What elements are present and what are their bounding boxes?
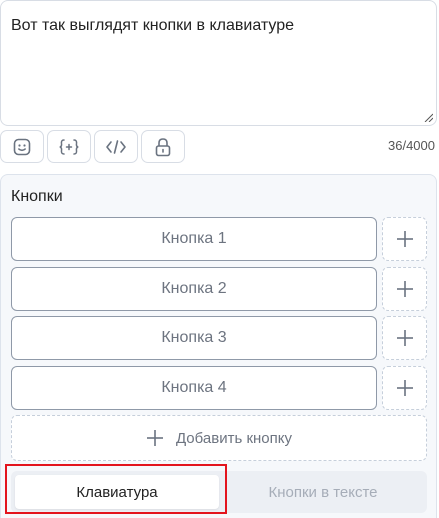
plus-icon <box>146 430 163 446</box>
lock-icon <box>155 137 171 156</box>
button-row: Кнопка 3 <box>11 316 427 360</box>
button-row: Кнопка 2 <box>11 267 427 311</box>
add-button-to-row-1[interactable] <box>382 217 427 261</box>
button-row: Кнопка 4 <box>11 366 427 410</box>
variable-braces-icon <box>59 138 79 155</box>
keyboard-button-1[interactable]: Кнопка 1 <box>11 217 377 261</box>
code-button[interactable] <box>94 130 138 163</box>
tab-inline-buttons[interactable]: Кнопки в тексте <box>223 475 423 509</box>
plus-icon <box>396 380 413 396</box>
variable-button[interactable] <box>47 130 91 163</box>
keyboard-button-3[interactable]: Кнопка 3 <box>11 316 377 360</box>
message-text[interactable]: Вот так выглядят кнопки в клавиатуре <box>11 17 294 35</box>
button-mode-switch: Клавиатура Кнопки в тексте <box>11 471 427 513</box>
character-counter: 36/4000 <box>388 138 435 153</box>
add-button-to-row-2[interactable] <box>382 267 427 311</box>
emoji-icon <box>13 138 31 155</box>
keyboard-button-2[interactable]: Кнопка 2 <box>11 267 377 311</box>
add-button-row-button[interactable]: Добавить кнопку <box>11 415 427 461</box>
message-editor[interactable]: Вот так выглядят кнопки в клавиатуре <box>0 0 437 126</box>
editor-toolbar: 36/4000 <box>0 130 439 163</box>
lock-button[interactable] <box>141 130 185 163</box>
add-button-to-row-3[interactable] <box>382 316 427 360</box>
code-icon <box>106 139 126 154</box>
resize-grip-icon[interactable] <box>423 112 433 122</box>
button-row: Кнопка 1 <box>11 217 427 261</box>
emoji-button[interactable] <box>0 130 44 163</box>
panel-title: Кнопки <box>11 188 63 205</box>
plus-icon <box>396 231 413 247</box>
buttons-panel: Кнопки Кнопка 1 Кнопка 2 Кнопка 3 Кнопка… <box>0 174 437 518</box>
add-button-label: Добавить кнопку <box>175 429 292 447</box>
plus-icon <box>396 281 413 297</box>
plus-icon <box>396 330 413 346</box>
tab-keyboard[interactable]: Клавиатура <box>15 475 219 509</box>
keyboard-button-4[interactable]: Кнопка 4 <box>11 366 377 410</box>
add-button-to-row-4[interactable] <box>382 366 427 410</box>
